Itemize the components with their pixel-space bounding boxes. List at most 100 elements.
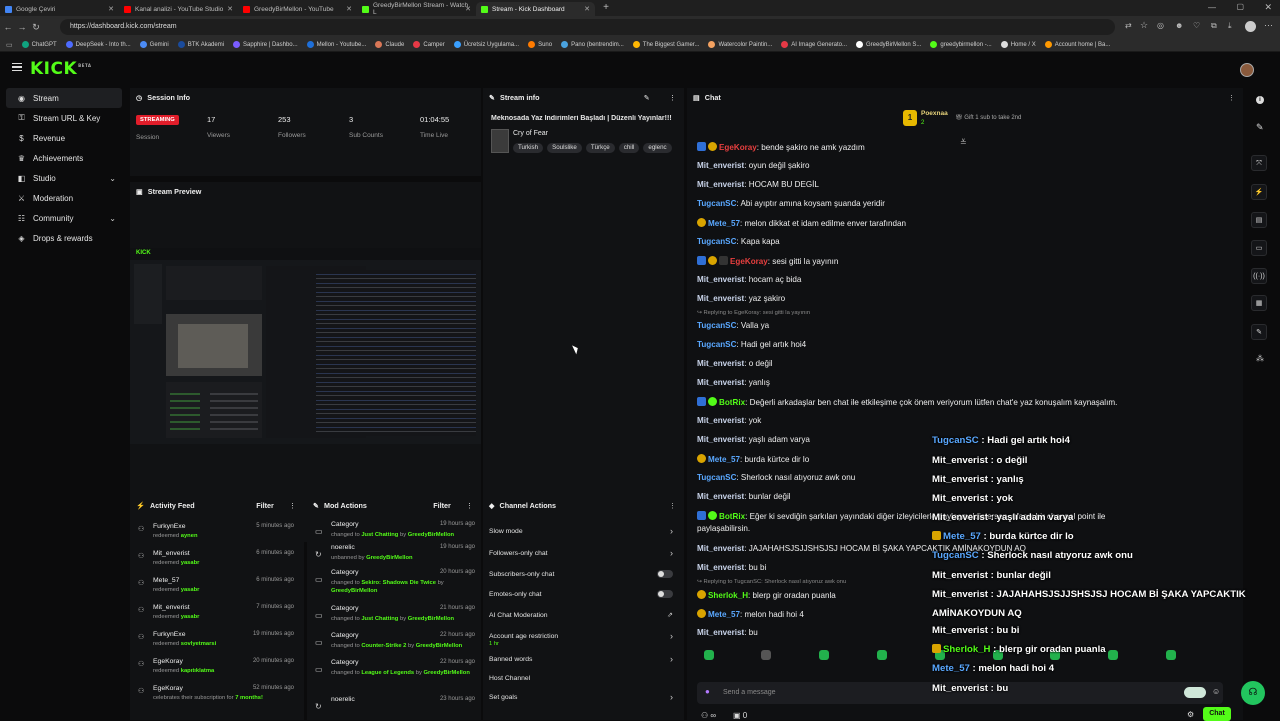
profile-extension-icon[interactable]: ☻ <box>1175 21 1183 30</box>
browser-tab[interactable]: GreedyBirMellon Stream - Watch L ✕ <box>357 2 476 16</box>
chat-username[interactable]: Sherlok_H <box>708 591 748 600</box>
chat-username[interactable]: Mit_enverist <box>697 180 744 189</box>
rail-edit-icon[interactable]: ✎ <box>1256 122 1264 133</box>
chat-username[interactable]: EgeKoray <box>730 257 768 266</box>
chat-username[interactable]: BotRix <box>719 512 745 521</box>
channel-action-host-channel[interactable]: Host Channel <box>483 668 681 688</box>
stream-tag[interactable]: Türkçe <box>585 142 615 153</box>
channel-action-ai-chat-moderation[interactable]: AI Chat Moderation ⇗ <box>483 605 681 625</box>
apps-icon[interactable]: ▭ <box>6 41 13 49</box>
rail-save-icon[interactable]: ▦ <box>1251 295 1267 311</box>
sidebar-item-stream-url-key[interactable]: ⚿ Stream URL & Key <box>6 108 122 128</box>
bookmark-item[interactable]: AI Image Generato... <box>781 41 847 48</box>
chat-username[interactable]: Mit_enverist <box>697 544 744 553</box>
chat-username[interactable]: EgeKoray <box>719 143 757 152</box>
downloads-icon[interactable]: ⤓ <box>1228 21 1232 31</box>
sidebar-item-stream[interactable]: ◉ Stream <box>6 88 122 108</box>
browser-tab[interactable]: Stream - Kick Dashboard ✕ <box>476 2 595 16</box>
chat-username[interactable]: TugcanSC <box>697 237 736 246</box>
bookmark-item[interactable]: Suno <box>528 41 552 48</box>
rail-wrench-icon[interactable]: ✎ <box>1251 324 1267 340</box>
chat-username[interactable]: Mit_enverist <box>697 359 744 368</box>
chat-username[interactable]: Mete_57 <box>708 219 740 228</box>
chat-username[interactable]: TugcanSC <box>697 199 736 208</box>
reload-icon[interactable]: ↻ <box>30 22 42 33</box>
bookmark-item[interactable]: Ücretsiz Uygulama... <box>453 41 519 48</box>
bookmark-item[interactable]: ChatGPT <box>21 41 57 48</box>
back-icon[interactable]: ← <box>2 22 14 32</box>
channel-action-slow-mode[interactable]: Slow mode › <box>483 521 681 541</box>
sidebar-item-drops-rewards[interactable]: ◈ Drops & rewards <box>6 228 122 248</box>
channel-action-banned-words[interactable]: Banned words › <box>483 649 681 669</box>
bookmark-item[interactable]: Account home | Ba... <box>1044 41 1110 48</box>
minimize-icon[interactable]: — <box>1208 3 1216 12</box>
quick-emote-icon[interactable] <box>704 650 714 660</box>
bookmark-item[interactable]: Watercolor Paintin... <box>708 41 772 48</box>
sidebar-item-studio[interactable]: ◧ Studio ⌄ <box>6 168 122 188</box>
new-tab-button[interactable]: + <box>599 2 613 16</box>
chat-username[interactable]: Mit_enverist <box>697 294 744 303</box>
quick-emote-icon[interactable] <box>1166 650 1176 660</box>
channel-action-set-goals[interactable]: Set goals › <box>483 687 681 707</box>
chevron-down-icon[interactable]: ⌄ <box>109 214 116 223</box>
chat-username[interactable]: Mit_enverist <box>697 563 744 572</box>
stream-category[interactable]: Cry of Fear <box>513 130 548 137</box>
collapse-chevron-icon[interactable]: ≚ <box>960 138 967 147</box>
channel-points[interactable]: ⚇ ∞ <box>701 711 716 720</box>
channel-action-account-age-restriction[interactable]: Account age restriction 1 hr › <box>483 626 681 647</box>
bookmark-item[interactable]: Camper <box>413 41 445 48</box>
close-tab-icon[interactable]: ✕ <box>584 5 590 13</box>
stream-tag[interactable]: chill <box>618 142 640 153</box>
chat-username[interactable]: Mit_enverist <box>697 435 744 444</box>
bookmark-item[interactable]: Home / X <box>1000 41 1036 48</box>
stream-preview-video[interactable]: KICK <box>130 248 481 444</box>
bookmark-star-icon[interactable]: ☆ <box>1140 20 1148 31</box>
bookmark-item[interactable]: Sapphire | Dashbo... <box>233 41 298 48</box>
mod-menu-icon[interactable]: ⋮ <box>466 501 473 510</box>
chat-username[interactable]: Mete_57 <box>708 610 740 619</box>
activity-user[interactable]: Mit_enverist <box>153 550 190 557</box>
activity-user[interactable]: Mete_57 <box>153 577 179 584</box>
chat-username[interactable]: Mit_enverist <box>697 628 744 637</box>
info-icon[interactable]: i <box>1256 96 1264 104</box>
chat-menu-icon[interactable]: ⋮ <box>1228 93 1235 102</box>
send-chat-button[interactable]: Chat <box>1203 707 1231 721</box>
sidebar-item-revenue[interactable]: $ Revenue <box>6 128 122 148</box>
activity-user[interactable]: EgeKoray <box>153 658 183 665</box>
channel-action-subscribers-only-chat[interactable]: Subscribers-only chat <box>483 564 681 584</box>
quick-emote-icon[interactable] <box>877 650 887 660</box>
emoji-icon[interactable]: ☺ <box>1212 687 1220 696</box>
chat-username[interactable]: Mit_enverist <box>697 492 744 501</box>
activity-user[interactable]: EgeKoray <box>153 685 183 692</box>
mic-icon[interactable]: ● <box>705 687 710 696</box>
chat-username[interactable]: Mit_enverist <box>697 275 744 284</box>
activity-user[interactable]: FurkynExe <box>153 523 185 530</box>
user-avatar[interactable] <box>1240 63 1254 77</box>
url-bar[interactable]: https://dashboard.kick.com/stream <box>60 19 1115 35</box>
sidebar-item-moderation[interactable]: ⚔ Moderation <box>6 188 122 208</box>
channel-action-followers-only-chat[interactable]: Followers-only chat › <box>483 543 681 563</box>
kick-logo[interactable]: KICKBETA <box>30 59 91 79</box>
toggle-switch[interactable] <box>657 570 673 578</box>
rail-document-icon[interactable]: ▤ <box>1251 212 1267 228</box>
chat-username[interactable]: Mete_57 <box>708 455 740 464</box>
bookmark-item[interactable]: Pano (bentrendim... <box>561 41 624 48</box>
chat-settings-icon[interactable]: ⚙ <box>1187 710 1194 719</box>
bookmark-item[interactable]: greedybirmellon -... <box>930 41 992 48</box>
channel-actions-menu-icon[interactable]: ⋮ <box>669 501 676 510</box>
channel-action-emotes-only-chat[interactable]: Emotes-only chat <box>483 584 681 604</box>
quick-emote-icon[interactable] <box>1108 650 1118 660</box>
close-tab-icon[interactable]: ✕ <box>465 5 471 13</box>
edit-icon[interactable]: ✎ <box>644 93 650 102</box>
activity-filter-button[interactable]: Filter <box>256 501 274 510</box>
quick-emote-icon[interactable] <box>761 650 771 660</box>
chat-username[interactable]: Mit_enverist <box>697 378 744 387</box>
rail-broadcast-icon[interactable]: ((·)) <box>1251 268 1267 284</box>
translate-icon[interactable]: ⇄ <box>1125 21 1132 30</box>
emote-selector-icon[interactable] <box>1184 687 1206 698</box>
browser-menu-icon[interactable]: ⋯ <box>1264 20 1273 31</box>
browser-avatar[interactable] <box>1245 21 1256 32</box>
bookmark-item[interactable]: DeepSeek - Into th... <box>65 41 131 48</box>
extension-icon[interactable]: ◎ <box>1157 21 1164 30</box>
browser-tab[interactable]: Google Çeviri ✕ <box>0 2 119 16</box>
